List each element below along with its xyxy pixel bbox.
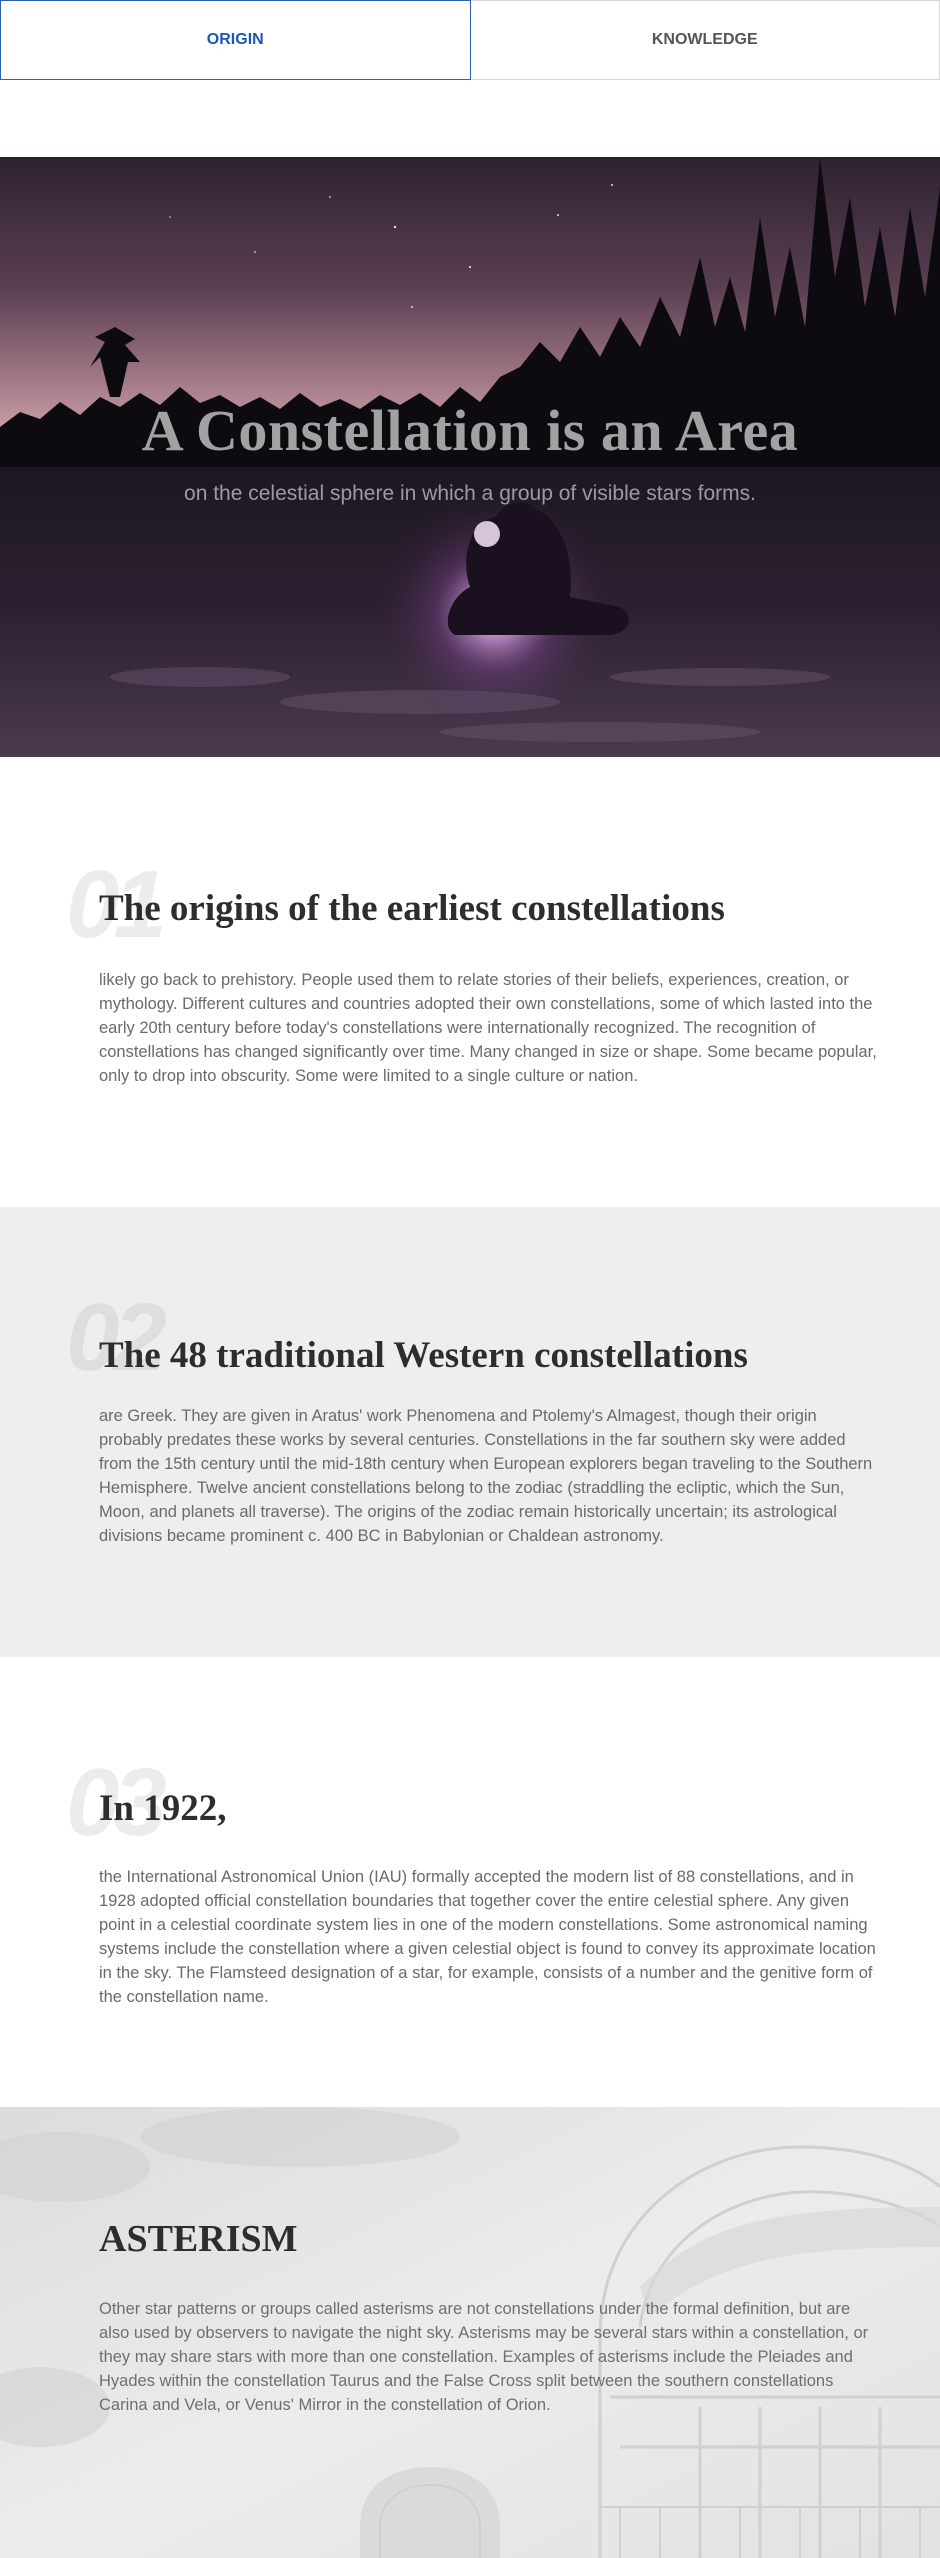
section-heading: The origins of the earliest constellatio…	[99, 888, 725, 929]
section-body: are Greek. They are given in Aratus' wor…	[99, 1407, 873, 1545]
section-body: Other star patterns or groups called ast…	[99, 2300, 869, 2414]
tab-knowledge[interactable]: KNOWLEDGE	[470, 0, 940, 80]
tab-bar: ORIGIN KNOWLEDGE	[0, 0, 940, 80]
section-heading: ASTERISM	[99, 2218, 298, 2260]
tab-origin[interactable]: ORIGIN	[0, 0, 471, 80]
section-iau-1922: 03 In 1922, the International Astronomic…	[0, 1657, 940, 2107]
section-heading: The 48 traditional Western constellation…	[99, 1335, 748, 1376]
section-heading: In 1922,	[99, 1788, 227, 1829]
section-body: the International Astronomical Union (IA…	[99, 1868, 876, 2006]
hero-title: A Constellation is an Area	[141, 398, 799, 463]
section-asterism: ASTERISM Other star patterns or groups c…	[0, 2107, 940, 2558]
section-western-constellations: 02 The 48 traditional Western constellat…	[0, 1207, 940, 1657]
section-body: likely go back to prehistory. People use…	[99, 971, 877, 1085]
section-earliest-constellations: 01 The origins of the earliest constella…	[0, 757, 940, 1207]
hero-banner: A Constellation is an Area on the celest…	[0, 157, 940, 757]
hero-subtitle: on the celestial sphere in which a group…	[184, 482, 756, 505]
